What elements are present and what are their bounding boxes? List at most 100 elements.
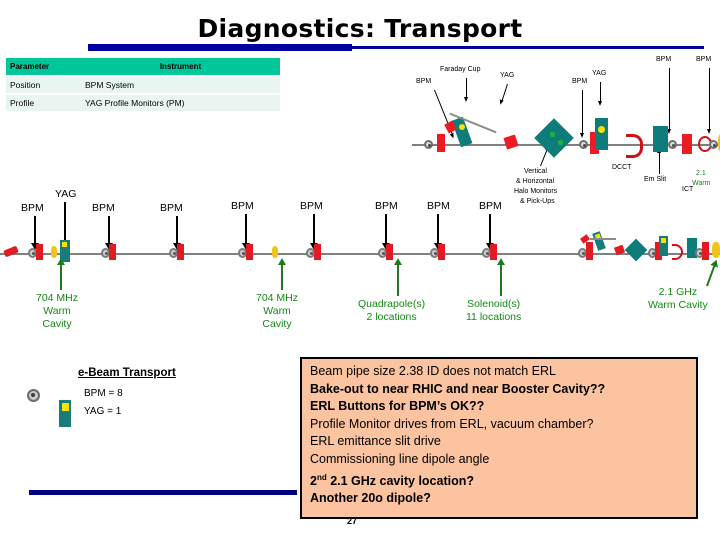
beamline-arrow-bpm-1	[31, 216, 39, 250]
beamline-arrow-quadrupole	[394, 258, 402, 296]
beamline-cluster-dipole-4	[702, 242, 709, 260]
beamline-704-cavity-1	[51, 246, 57, 258]
bpm-icon	[27, 389, 40, 402]
page-number: 27	[347, 516, 358, 526]
caption-line: Warm Cavity	[648, 299, 708, 311]
schematic-label-bpm-1: BPM	[416, 78, 432, 85]
beamline-label-bpm-3: BPM	[160, 202, 183, 214]
caption-line: 2.1 GHz	[658, 286, 698, 298]
cell-instrument-yag: YAG Profile Monitors (PM)	[81, 95, 280, 111]
schematic-dcct	[626, 134, 643, 158]
schematic-arrow-yag-1	[501, 83, 508, 102]
beamline-caption-quadrupole: Quadrapole(s) 2 locations	[358, 298, 425, 324]
title-divider	[88, 44, 704, 51]
cell-instrument-bpm: BPM System	[81, 77, 280, 93]
schematic-halo-dot-2	[558, 140, 563, 145]
main-beamline-diagram: BPM BPM BPM BPM BPM BPM BPM BPM YAG 704 …	[0, 180, 720, 330]
note-line-4: Profile Monitor drives from ERL, vacuum …	[310, 416, 594, 431]
caption-line: 704 MHz	[36, 292, 79, 304]
beamline-arrow-704-1	[57, 258, 65, 290]
beamline-label-bpm-1: BPM	[21, 202, 44, 214]
beamline-entry-dipole	[3, 245, 19, 258]
beamline-label-bpm-4: BPM	[231, 200, 254, 212]
note-line-5: ERL emittance slit drive	[310, 434, 441, 449]
caption-line: Solenoid(s)	[467, 298, 521, 310]
beamline-label-bpm-6: BPM	[375, 200, 398, 212]
schematic-label-halo-1: Vertical	[524, 168, 547, 175]
schematic-bpm-ring-4	[709, 140, 718, 149]
note-line-7-text: 2nd 2.1 GHz cavity location?	[310, 472, 474, 488]
page-title: Diagnostics: Transport	[197, 14, 523, 43]
note-line-7: 2nd 2.1 GHz cavity location?	[310, 469, 688, 491]
schematic-dipole-1	[437, 134, 445, 152]
beamline-arrow-bpm-5	[310, 214, 318, 250]
schematic-label-dcct: DCCT	[612, 164, 632, 171]
beamline-label-yag: YAG	[55, 188, 77, 200]
caption-line: Cavity	[42, 318, 72, 330]
caption-line: 2 locations	[366, 311, 417, 323]
table-header-parameter: Parameter	[6, 58, 81, 75]
beamline-label-bpm-8: BPM	[479, 200, 502, 212]
schematic-arrow-bpm-3	[667, 68, 671, 134]
beamline-cluster-branch	[590, 238, 616, 240]
beamline-solenoid	[490, 244, 497, 260]
beamline-label-bpm-2: BPM	[92, 202, 115, 214]
beamline-arrow-bpm-2	[105, 216, 113, 250]
beamline-arrow-bpm-8	[486, 214, 494, 250]
note-line-1: Beam pipe size 2.38 ID does not match ER…	[310, 364, 556, 378]
beamline-cluster-dcct	[672, 244, 683, 260]
beamline-caption-704-2: 704 MHz Warm Cavity	[256, 292, 298, 331]
note-line-8: Another 20o dipole?	[310, 491, 431, 506]
beamline-cluster-yag-2	[659, 236, 668, 256]
schematic-label-bpm-4: BPM	[696, 56, 712, 63]
schematic-dipole-2	[503, 134, 519, 150]
schematic-arrow-bpm-4	[707, 68, 711, 134]
schematic-label-bpm-2: BPM	[572, 78, 588, 85]
beamline-cluster-yag	[592, 231, 606, 251]
beamline-caption-solenoid: Solenoid(s) 11 locations	[466, 298, 521, 324]
cell-parameter-position: Position	[6, 77, 81, 93]
legend-title: e-Beam Transport	[78, 367, 176, 379]
beamline-magnet-3	[177, 244, 184, 260]
beamline-704-cavity-2	[272, 246, 278, 258]
cell-parameter-profile: Profile	[6, 95, 81, 111]
beamline-magnet-7	[438, 244, 445, 260]
schematic-yag-screen-1	[459, 124, 465, 130]
schematic-label-faraday-cup: Faraday Cup	[440, 66, 481, 73]
schematic-halo-dot-1	[550, 132, 555, 137]
beamline-arrow-21ghz	[706, 264, 716, 287]
schematic-caption-21ghz: 2.1	[696, 170, 706, 177]
legend-yag-count: YAG = 1	[84, 406, 122, 417]
beamline-magnet-5	[314, 244, 321, 260]
caption-line: Cavity	[262, 318, 292, 330]
beamline-arrow-yag	[61, 202, 69, 250]
schematic-label-bpm-3: BPM	[656, 56, 672, 63]
beamline-label-bpm-5: BPM	[300, 200, 323, 212]
beamline-caption-21ghz: 2.1 GHz Warm Cavity	[648, 286, 708, 312]
table-row: Position BPM System	[6, 77, 280, 93]
note-line-2: Bake-out to near RHIC and near Booster C…	[310, 381, 606, 396]
schematic-label-yag-2: YAG	[592, 70, 607, 77]
beamline-label-bpm-7: BPM	[427, 200, 450, 212]
caption-line: Warm	[263, 305, 291, 317]
schematic-arrow-yag-2	[598, 82, 602, 106]
schematic-arrow-bpm-2	[580, 90, 584, 138]
yag-monitor-icon	[59, 400, 71, 427]
title-divider-thin	[352, 46, 704, 49]
schematic-arrow-faraday	[464, 78, 468, 102]
legend-bpm-count: BPM = 8	[84, 388, 123, 399]
beamline-magnet-1	[36, 244, 43, 260]
beamline-magnet-2	[109, 244, 116, 260]
table-header-row: Parameter Instrument	[6, 58, 280, 75]
schematic-label-yag-1: YAG	[500, 72, 515, 79]
title-divider-thick	[88, 44, 352, 51]
schematic-yag-block-2	[595, 118, 608, 150]
schematic-arrow-halo	[540, 149, 548, 167]
schematic-em-slit	[653, 126, 668, 152]
note-line-3: ERL Buttons for BPM’s OK??	[310, 399, 485, 414]
schematic-arrow-em-slit	[657, 148, 661, 174]
caption-line: Warm	[43, 305, 71, 317]
bottom-divider	[29, 490, 297, 495]
beamline-arrow-bpm-7	[434, 214, 442, 250]
beamline-quadrupole	[386, 244, 393, 260]
